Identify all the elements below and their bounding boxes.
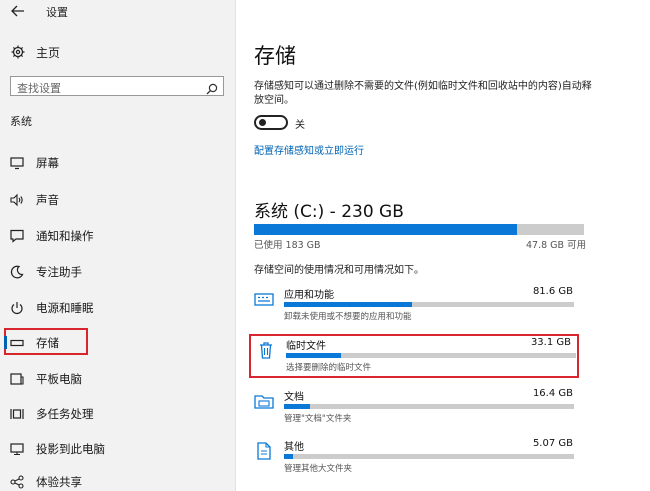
category-temporary-files[interactable]: 临时文件 33.1 GB 选择要删除的临时文件 xyxy=(249,334,579,378)
sidebar-item-label: 声音 xyxy=(36,193,59,207)
storage-sense-toggle[interactable] xyxy=(254,115,288,130)
category-usage-bar xyxy=(284,454,574,459)
document-stack-icon xyxy=(254,441,274,461)
sidebar-item-multitasking[interactable]: 多任务处理 xyxy=(4,400,232,426)
drive-icon xyxy=(10,335,24,349)
category-description: 管理"文档"文件夹 xyxy=(284,414,352,424)
toggle-state-label: 关 xyxy=(295,120,305,131)
free-space-label: 47.8 GB 可用 xyxy=(526,240,587,251)
multitasking-icon xyxy=(10,406,24,420)
category-name: 文档 xyxy=(284,392,304,403)
home-label: 主页 xyxy=(36,46,61,60)
search-input[interactable]: 查找设置 xyxy=(10,76,224,96)
category-usage-fill xyxy=(284,302,412,307)
sidebar-item-label: 投影到此电脑 xyxy=(36,442,105,456)
sidebar-item-label: 屏幕 xyxy=(36,156,59,170)
category-description: 管理其他大文件夹 xyxy=(284,464,353,474)
usage-breakdown-text: 存储空间的使用情况和可用情况如下。 xyxy=(254,265,424,276)
sidebar-item-tablet[interactable]: 平板电脑 xyxy=(4,365,232,391)
storage-sense-description: 存储感知可以通过删除不需要的文件(例如临时文件和回收站中的内容)自动释放空间。 xyxy=(254,81,592,106)
moon-icon xyxy=(10,264,24,279)
gear-icon xyxy=(11,44,25,59)
speaker-icon xyxy=(10,192,24,207)
sidebar-item-display[interactable]: 屏幕 xyxy=(4,149,232,175)
sidebar-item-notifications[interactable]: 通知和操作 xyxy=(4,222,232,248)
section-heading: 系统 xyxy=(10,115,32,128)
tablet-icon xyxy=(10,371,24,385)
sidebar-item-label: 存储 xyxy=(36,336,59,350)
toggle-knob xyxy=(259,119,266,126)
search-placeholder: 查找设置 xyxy=(17,82,61,95)
category-documents[interactable]: 文档 16.4 GB 管理"文档"文件夹 xyxy=(249,387,579,431)
drive-usage-fill xyxy=(254,224,517,235)
page-title: 存储 xyxy=(254,44,296,68)
sidebar: 设置 主页 查找设置 系统 屏幕 声音 通知和操作 专注助手 电源和睡眠 存储 xyxy=(0,0,236,491)
sidebar-item-focus-assist[interactable]: 专注助手 xyxy=(4,258,232,284)
app-title: 设置 xyxy=(46,6,68,19)
category-usage-bar xyxy=(284,404,574,409)
sidebar-item-label: 电源和睡眠 xyxy=(36,301,94,315)
sidebar-item-label: 专注助手 xyxy=(36,265,82,279)
category-size: 5.07 GB xyxy=(532,438,573,449)
keyboard-icon xyxy=(254,289,274,309)
back-arrow-icon[interactable] xyxy=(10,3,26,19)
home-nav-item[interactable]: 主页 xyxy=(8,40,228,64)
share-icon xyxy=(10,474,24,489)
category-usage-fill xyxy=(284,454,293,459)
sidebar-item-power-sleep[interactable]: 电源和睡眠 xyxy=(4,294,232,320)
category-name: 应用和功能 xyxy=(284,290,334,301)
category-size: 81.6 GB xyxy=(532,286,573,297)
projection-icon xyxy=(10,441,24,456)
sidebar-item-project-to-pc[interactable]: 投影到此电脑 xyxy=(4,435,232,461)
category-name: 临时文件 xyxy=(286,341,326,352)
category-usage-fill xyxy=(286,353,342,358)
sidebar-item-storage[interactable]: 存储 xyxy=(4,328,88,355)
sidebar-item-sound[interactable]: 声音 xyxy=(4,186,232,212)
main-content: 存储 存储感知可以通过删除不需要的文件(例如临时文件和回收站中的内容)自动释放空… xyxy=(237,0,650,491)
sidebar-item-label: 通知和操作 xyxy=(36,229,94,243)
search-icon[interactable] xyxy=(206,80,218,95)
category-other[interactable]: 其他 5.07 GB 管理其他大文件夹 xyxy=(249,437,579,481)
trash-icon xyxy=(256,340,276,360)
category-description: 卸载未使用或不想要的应用和功能 xyxy=(284,312,412,322)
category-size: 16.4 GB xyxy=(532,388,573,399)
category-usage-bar xyxy=(284,302,574,307)
power-icon xyxy=(10,300,24,315)
drive-title: 系统 (C:) - 230 GB xyxy=(254,202,404,222)
category-name: 其他 xyxy=(284,442,304,453)
sidebar-item-shared-experiences[interactable]: 体验共享 xyxy=(4,468,232,491)
selected-indicator xyxy=(4,336,7,349)
monitor-icon xyxy=(10,155,24,170)
message-icon xyxy=(10,228,24,243)
folder-icon xyxy=(254,391,274,411)
category-usage-fill xyxy=(284,404,311,409)
used-space-label: 已使用 183 GB xyxy=(254,240,321,251)
sidebar-item-label: 平板电脑 xyxy=(36,372,82,386)
category-apps-features[interactable]: 应用和功能 81.6 GB 卸载未使用或不想要的应用和功能 xyxy=(249,285,579,329)
category-size: 33.1 GB xyxy=(530,337,571,348)
category-description: 选择要删除的临时文件 xyxy=(286,363,372,373)
configure-storage-sense-link[interactable]: 配置存储感知或立即运行 xyxy=(254,142,364,157)
sidebar-item-label: 体验共享 xyxy=(36,475,82,489)
drive-usage-bar xyxy=(254,224,584,235)
category-usage-bar xyxy=(286,353,576,358)
title-bar: 设置 xyxy=(0,0,236,26)
sidebar-item-label: 多任务处理 xyxy=(36,407,94,421)
